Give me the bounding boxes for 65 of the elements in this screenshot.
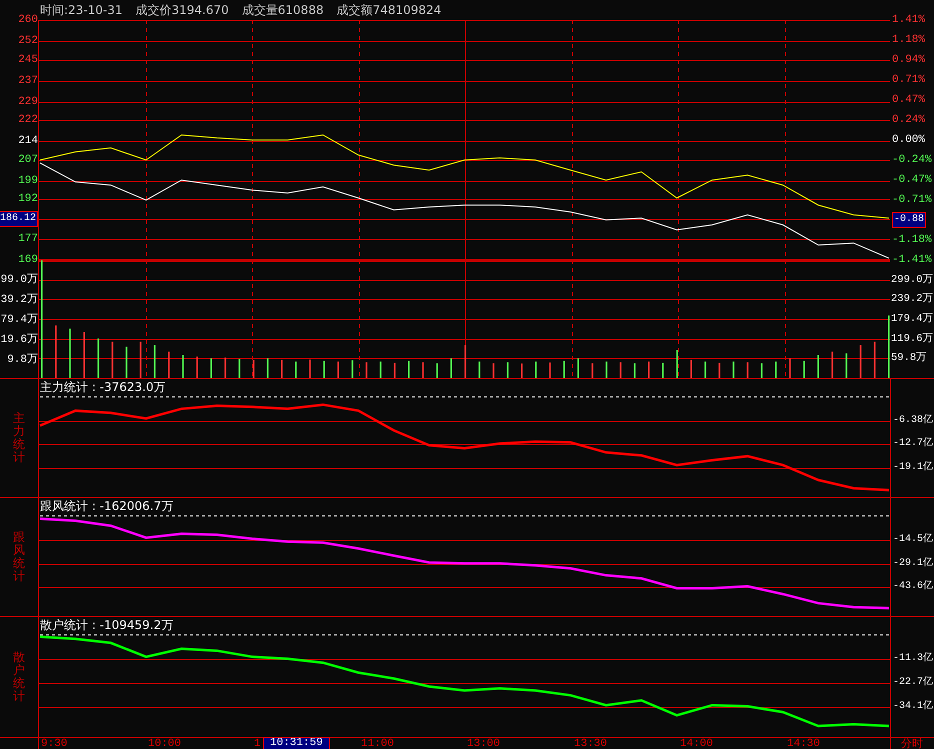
axis-label: -11.3亿 bbox=[893, 651, 934, 666]
axis-label: -29.1亿 bbox=[893, 556, 934, 571]
axis-label: 239.2万 bbox=[891, 292, 934, 308]
trade-amount: 成交额748109824 bbox=[336, 2, 442, 18]
axis-label: 237 bbox=[18, 74, 38, 89]
axis-label: 59.8万 bbox=[891, 351, 928, 366]
time-label: 11:00 bbox=[361, 738, 394, 749]
axis-label: 169 bbox=[18, 253, 38, 268]
quote-time: 时间:23-10-31 bbox=[40, 2, 123, 18]
time-label: 10:00 bbox=[148, 738, 182, 749]
axis-label: 39.2万 bbox=[0, 292, 38, 308]
axis-label: 229 bbox=[18, 94, 38, 110]
axis-label: 9.8万 bbox=[7, 352, 38, 368]
indicator-side-label: 跟风统计 bbox=[13, 530, 25, 584]
axis-label: 222 bbox=[18, 113, 38, 128]
axis-label: -6.38亿 bbox=[893, 413, 934, 428]
axis-label: 199 bbox=[18, 174, 38, 189]
axis-label: -14.5亿 bbox=[893, 532, 934, 547]
time-label: 13:30 bbox=[574, 738, 608, 749]
trade-volume: 成交量610888 bbox=[242, 2, 324, 18]
indicator-side-label: 主力统计 bbox=[13, 412, 25, 464]
axis-label: 260 bbox=[18, 13, 38, 28]
trade-price: 成交价3194.670 bbox=[136, 2, 229, 18]
axis-label: -22.7亿 bbox=[893, 675, 934, 690]
timeshare-tab[interactable]: 分时 bbox=[891, 737, 923, 749]
axis-label: 99.0万 bbox=[0, 272, 38, 288]
axis-label: 1.18% bbox=[892, 33, 926, 48]
indicator-side-label: 散户统计 bbox=[13, 650, 25, 704]
axis-label: 19.6万 bbox=[0, 332, 38, 348]
axis-label: 252 bbox=[18, 34, 38, 50]
cursor-time-label: 10:31:59 bbox=[264, 738, 329, 749]
axis-label: 1.41% bbox=[892, 13, 926, 28]
axis-label: 245 bbox=[18, 52, 38, 68]
axis-label: -34.1亿 bbox=[893, 699, 934, 714]
axis-label: 79.4万 bbox=[0, 312, 38, 328]
axis-label: -0.47% bbox=[892, 173, 932, 188]
indicator-title: 跟风统计 : -162006.7万 bbox=[40, 499, 174, 513]
axis-label: 0.47% bbox=[892, 93, 926, 108]
indicator-title: 散户统计 : -109459.2万 bbox=[40, 618, 174, 632]
axis-label: 0.24% bbox=[892, 113, 926, 128]
axis-label: -43.6亿 bbox=[893, 579, 934, 594]
axis-label: 0.71% bbox=[892, 73, 926, 88]
time-label: 14:00 bbox=[680, 738, 714, 749]
axis-label: 0.00% bbox=[892, 133, 926, 148]
axis-label: 119.6万 bbox=[891, 332, 934, 347]
axis-label: 192 bbox=[18, 192, 38, 208]
time-label: 9:30 bbox=[41, 738, 68, 749]
axis-label: -1.41% bbox=[892, 253, 932, 268]
axis-label: -0.71% bbox=[892, 193, 932, 208]
cursor-value-label: -0.88 bbox=[892, 212, 926, 228]
axis-label: -1.18% bbox=[892, 233, 932, 248]
axis-label: -0.24% bbox=[892, 153, 932, 168]
axis-label: 207 bbox=[18, 152, 38, 168]
axis-label: -19.1亿 bbox=[893, 460, 934, 476]
axis-label: 179.4万 bbox=[891, 312, 934, 327]
axis-label: 177 bbox=[18, 232, 38, 247]
indicator-title: 主力统计 : -37623.0万 bbox=[40, 380, 166, 394]
axis-label: 0.94% bbox=[892, 53, 926, 68]
time-label: 1 bbox=[254, 738, 261, 749]
time-label: 13:00 bbox=[467, 738, 500, 749]
axis-label: -12.7亿 bbox=[893, 436, 934, 452]
time-label: 14:30 bbox=[787, 738, 820, 749]
axis-label: 299.0万 bbox=[891, 272, 934, 288]
axis-label: 214 bbox=[18, 134, 38, 150]
cursor-value-label: 186.12 bbox=[0, 211, 38, 228]
